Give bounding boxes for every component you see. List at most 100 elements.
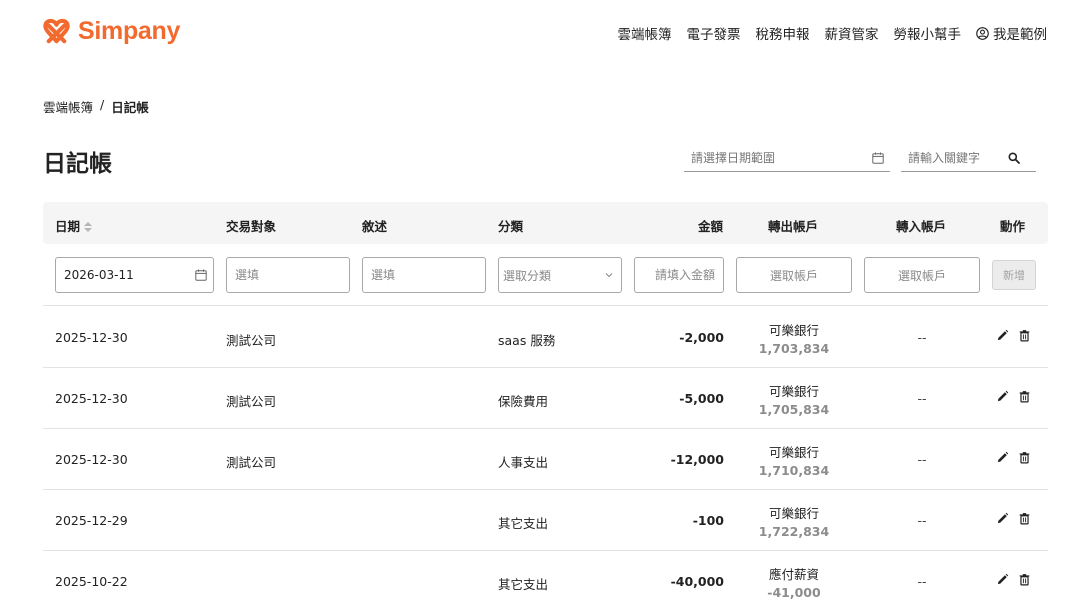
nav-item-tax-filing[interactable]: 稅務申報: [756, 23, 810, 43]
row-actions: [996, 390, 1031, 403]
edit-icon[interactable]: [996, 573, 1009, 586]
date-range-input[interactable]: [684, 146, 854, 170]
row-from-account-name: 可樂銀行: [768, 506, 819, 521]
row-to-account: --: [917, 513, 927, 528]
entry-description-input[interactable]: [363, 258, 485, 292]
header-from-account: 轉出帳戶: [768, 219, 819, 234]
brand-name: Simpany: [78, 17, 181, 45]
row-actions: [996, 329, 1031, 342]
trash-icon[interactable]: [1018, 390, 1031, 403]
table-row: 2025-12-30 測試公司 saas 服務 -2,000 可樂銀行 1,70…: [43, 306, 1048, 368]
row-party: 測試公司: [226, 333, 277, 348]
nav-item-e-invoice[interactable]: 電子發票: [687, 23, 741, 43]
table-row: 2025-12-29 其它支出 -100 可樂銀行 1,722,834 --: [43, 489, 1048, 551]
row-from-account: 可樂銀行 1,705,834: [736, 381, 852, 417]
main-nav: 雲端帳簿 電子發票 稅務申報 薪資管家 勞報小幫手 我是範例: [618, 23, 1047, 43]
nav-item-cloud-ledger[interactable]: 雲端帳簿: [618, 23, 672, 43]
row-date: 2025-12-30: [55, 391, 128, 406]
row-from-account-name: 可樂銀行: [768, 323, 819, 338]
nav-item-payroll[interactable]: 薪資管家: [825, 23, 879, 43]
row-to-account: --: [917, 391, 927, 406]
row-category: 其它支出: [498, 516, 549, 531]
header-category: 分類: [498, 219, 524, 234]
row-date: 2025-12-30: [55, 330, 128, 345]
breadcrumb-current: 日記帳: [111, 100, 149, 115]
page-title: 日記帳: [43, 151, 112, 177]
entry-from-account-placeholder: 選取帳戶: [769, 268, 818, 283]
entry-date-field[interactable]: [55, 257, 214, 293]
row-to-account: --: [917, 452, 927, 467]
entry-from-account-select[interactable]: 選取帳戶: [736, 257, 852, 293]
entry-to-account-placeholder: 選取帳戶: [897, 268, 946, 283]
row-from-account: 應付薪資 -41,000: [736, 564, 852, 600]
entry-party-field[interactable]: [226, 257, 350, 293]
row-from-account-name: 可樂銀行: [768, 384, 819, 399]
search-icon[interactable]: [1008, 152, 1020, 164]
trash-icon[interactable]: [1018, 512, 1031, 525]
row-category: saas 服務: [498, 333, 556, 348]
table-row: 2025-10-22 其它支出 -40,000 應付薪資 -41,000 --: [43, 550, 1048, 607]
calendar-icon: [195, 269, 207, 281]
edit-icon[interactable]: [996, 451, 1009, 464]
edit-icon[interactable]: [996, 390, 1009, 403]
row-category: 保險費用: [498, 394, 549, 409]
sort-icon[interactable]: [83, 221, 93, 233]
row-from-account-name: 可樂銀行: [768, 445, 819, 460]
table-row: 2025-12-30 測試公司 保險費用 -5,000 可樂銀行 1,705,8…: [43, 367, 1048, 429]
entry-amount-field[interactable]: [634, 257, 724, 293]
row-amount: -2,000: [679, 330, 724, 345]
row-from-account: 可樂銀行 1,710,834: [736, 442, 852, 478]
row-date: 2025-10-22: [55, 574, 128, 589]
header-description: 敘述: [362, 219, 388, 234]
row-category: 其它支出: [498, 577, 549, 592]
row-amount: -40,000: [670, 574, 724, 589]
row-date: 2025-12-30: [55, 452, 128, 467]
keyword-input[interactable]: [901, 146, 1001, 170]
row-date: 2025-12-29: [55, 513, 128, 528]
row-to-account: --: [917, 574, 927, 589]
entry-date-input[interactable]: [56, 258, 213, 292]
nav-item-labor-report[interactable]: 勞報小幫手: [894, 23, 962, 43]
edit-icon[interactable]: [996, 329, 1009, 342]
row-amount: -5,000: [679, 391, 724, 406]
row-actions: [996, 512, 1031, 525]
row-from-account: 可樂銀行 1,703,834: [736, 320, 852, 356]
date-range-filter[interactable]: [684, 146, 890, 172]
entry-party-input[interactable]: [227, 258, 349, 292]
user-name: 我是範例: [993, 27, 1047, 43]
entry-category-select[interactable]: 選取分類: [498, 257, 622, 293]
breadcrumb: 雲端帳簿 / 日記帳: [43, 97, 149, 116]
row-from-account-balance: 1,722,834: [758, 524, 830, 539]
brand-logo[interactable]: Simpany: [41, 16, 180, 47]
user-circle-icon: [976, 26, 989, 40]
add-entry-button[interactable]: 新增: [992, 260, 1036, 290]
entry-category-placeholder: 選取分類: [503, 268, 552, 283]
header-action: 動作: [1000, 219, 1026, 234]
table-header: 日期 交易對象 敘述 分類 金額 轉出帳戶 轉入帳戶 動作: [43, 202, 1048, 244]
trash-icon[interactable]: [1018, 329, 1031, 342]
row-category: 人事支出: [498, 455, 549, 470]
edit-icon[interactable]: [996, 512, 1009, 525]
header-date[interactable]: 日期: [55, 216, 93, 235]
header-amount: 金額: [698, 219, 724, 234]
trash-icon[interactable]: [1018, 573, 1031, 586]
user-menu[interactable]: 我是範例: [976, 23, 1047, 43]
entry-amount-input[interactable]: [635, 258, 723, 292]
breadcrumb-parent[interactable]: 雲端帳簿: [43, 97, 93, 116]
row-from-account-balance: 1,705,834: [758, 402, 830, 417]
row-actions: [996, 451, 1031, 464]
entry-description-field[interactable]: [362, 257, 486, 293]
row-from-account-name: 應付薪資: [768, 567, 819, 582]
row-actions: [996, 573, 1031, 586]
row-party: 測試公司: [226, 455, 277, 470]
table-row: 2025-12-30 測試公司 人事支出 -12,000 可樂銀行 1,710,…: [43, 428, 1048, 490]
keyword-filter[interactable]: [901, 146, 1036, 172]
trash-icon[interactable]: [1018, 451, 1031, 464]
row-to-account: --: [917, 330, 927, 345]
top-bar: Simpany 雲端帳簿 電子發票 稅務申報 薪資管家 勞報小幫手 我是範例: [0, 0, 1088, 64]
chevron-down-icon: [605, 273, 613, 278]
header-party: 交易對象: [226, 219, 277, 234]
row-from-account: 可樂銀行 1,722,834: [736, 503, 852, 539]
entry-to-account-select[interactable]: 選取帳戶: [864, 257, 980, 293]
row-from-account-balance: -41,000: [767, 585, 821, 600]
